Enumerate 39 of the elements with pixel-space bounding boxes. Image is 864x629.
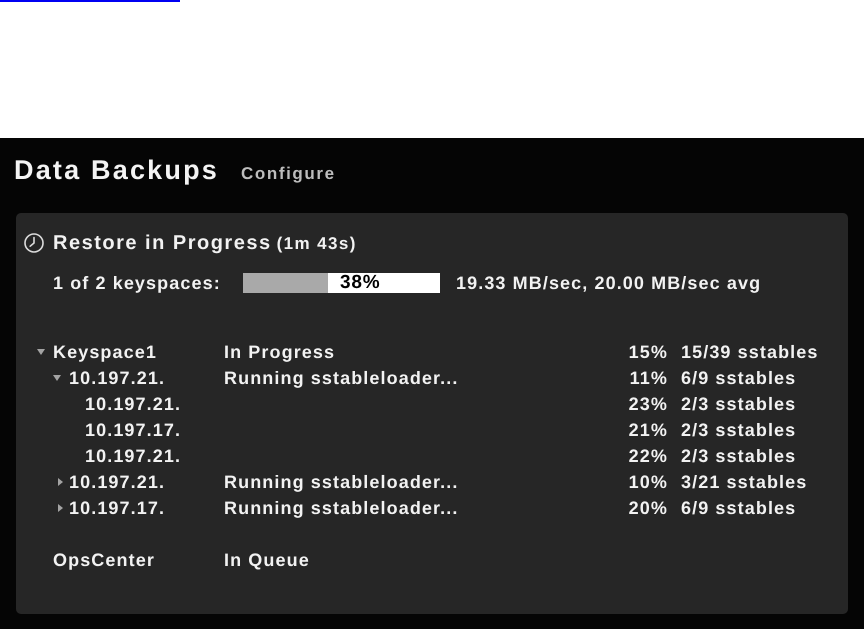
sstable-count: 15/39 sstables (681, 342, 818, 362)
page-title: Data Backups (14, 154, 219, 186)
status-text: Running sstableloader... (224, 472, 460, 492)
tree-item-label: 10.197.21. (85, 394, 182, 414)
status-text: In Queue (224, 550, 311, 570)
caret-down-icon[interactable] (37, 349, 45, 355)
percent-text: 11% (628, 368, 668, 388)
percent-text: 10% (628, 472, 668, 492)
restore-title: Restore in Progress (53, 232, 272, 254)
percent-text: 15% (628, 342, 668, 362)
caret-right-icon[interactable] (58, 504, 63, 512)
caret-right-icon[interactable] (58, 478, 63, 486)
progress-percent: 38% (340, 273, 380, 293)
tree-item-label: 10.197.17. (85, 420, 182, 440)
sstable-count: 6/9 sstables (681, 498, 796, 518)
percent-text: 22% (628, 446, 668, 466)
progress-caption: 1 of 2 keyspaces: (53, 272, 222, 294)
transfer-rate: 19.33 MB/sec, 20.00 MB/sec avg (456, 272, 762, 294)
sstable-count: 2/3 sstables (681, 394, 796, 414)
elapsed-time: (1m 43s) (276, 234, 357, 254)
status-text: Running sstableloader... (224, 368, 460, 388)
status-text: Running sstableloader... (224, 498, 460, 518)
sstable-count: 3/21 sstables (681, 472, 808, 492)
tree-item-label: 10.197.21. (69, 472, 166, 492)
clock-icon (24, 233, 44, 253)
tree-item-label: 10.197.17. (69, 498, 166, 518)
tree-item-label: OpsCenter (53, 550, 155, 570)
configure-link[interactable]: Configure (240, 164, 336, 184)
tree-item-label: Keyspace1 (53, 342, 157, 362)
sstable-count: 2/3 sstables (681, 446, 796, 466)
tree-item-label: 10.197.21. (85, 446, 182, 466)
percent-text: 20% (628, 498, 668, 518)
percent-text: 21% (628, 420, 668, 440)
percent-text: 23% (628, 394, 668, 414)
sstable-count: 6/9 sstables (681, 368, 796, 388)
sstable-count: 2/3 sstables (681, 420, 796, 440)
status-text: In Progress (224, 342, 336, 362)
tree-item-label: 10.197.21. (69, 368, 166, 388)
caret-down-icon[interactable] (53, 375, 61, 381)
